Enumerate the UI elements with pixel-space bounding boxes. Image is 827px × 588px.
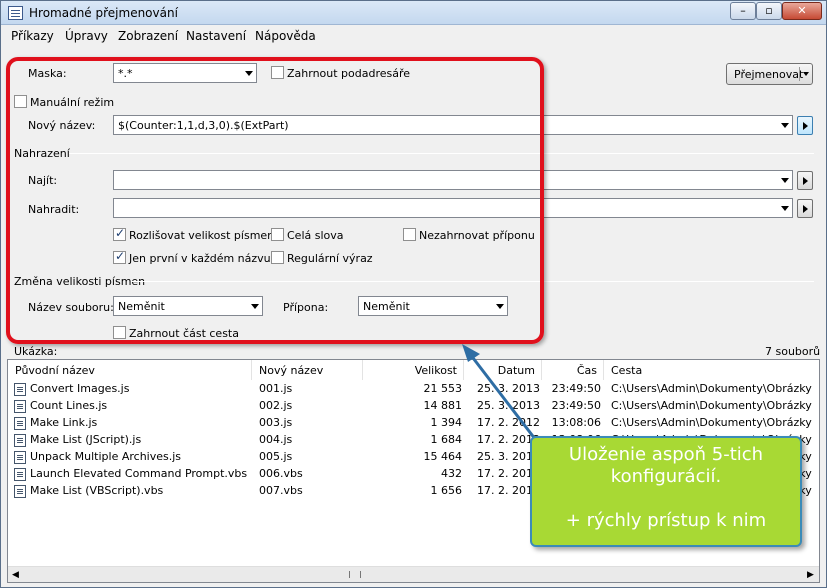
annotation-text-block: Uloženie aspoň 5-tich konfigurácií. bbox=[532, 444, 800, 488]
annotation-arrow-head bbox=[462, 344, 480, 362]
annotation-callout: Uloženie aspoň 5-tich konfigurácií. + rý… bbox=[530, 436, 802, 547]
annotation-line-3: + rýchly prístup k nim bbox=[565, 510, 767, 531]
annotation-line-2: konfigurácií. bbox=[610, 466, 722, 487]
annotation-line-1: Uloženie aspoň 5-tich bbox=[568, 444, 764, 465]
